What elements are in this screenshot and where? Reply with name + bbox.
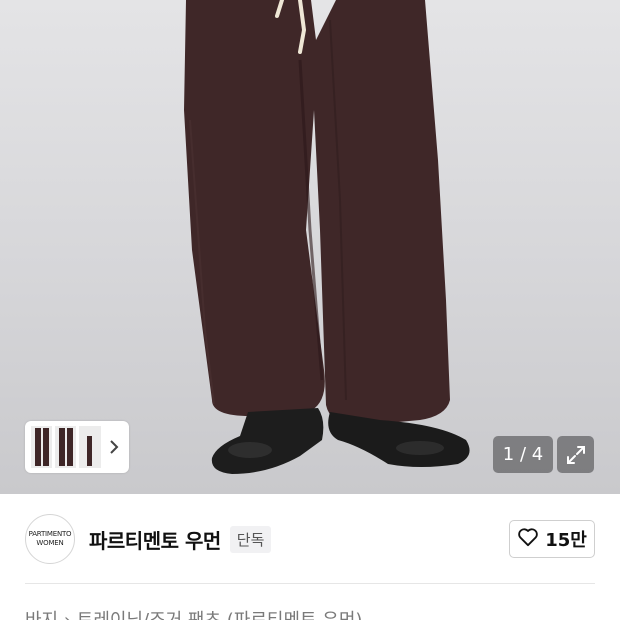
breadcrumb[interactable]: 바지 › 트레이닝/조거 팬츠 (파르티멘토 우먼) — [25, 606, 362, 620]
expand-icon[interactable] — [557, 436, 594, 473]
like-count: 15만 — [545, 530, 587, 551]
product-image-gallery[interactable]: 1 / 4 — [0, 0, 620, 494]
heart-icon — [517, 527, 539, 552]
like-button[interactable]: 15만 — [509, 520, 595, 558]
thumbnail[interactable] — [55, 426, 77, 468]
brand-name[interactable]: 파르티멘토 우먼 — [89, 525, 221, 554]
exclusive-badge: 단독 — [229, 525, 272, 553]
thumbnail-strip[interactable] — [25, 421, 129, 473]
brand-logo[interactable]: PARTIMENTO WOMEN — [25, 514, 75, 564]
product-photo — [184, 0, 470, 474]
chevron-right-icon[interactable] — [106, 426, 123, 468]
thumbnail[interactable] — [79, 426, 101, 468]
thumbnail[interactable] — [31, 426, 53, 468]
divider — [25, 583, 595, 584]
brand-row: PARTIMENTO WOMEN 파르티멘토 우먼 단독 15만 — [25, 513, 595, 565]
image-counter: 1 / 4 — [493, 436, 553, 473]
